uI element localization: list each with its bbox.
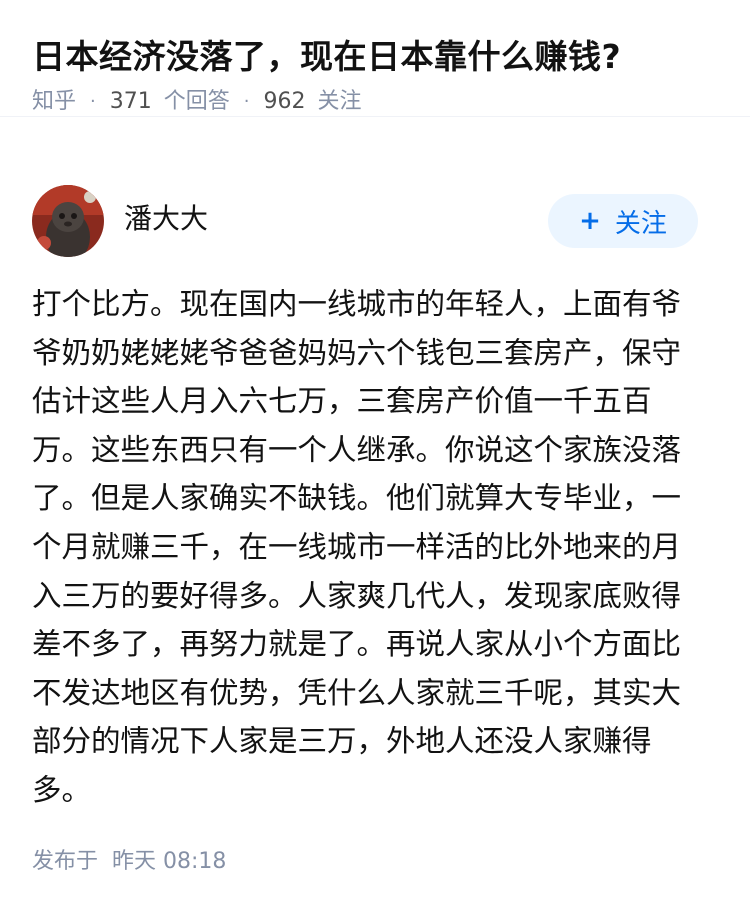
source-label[interactable]: 知乎 [32,86,76,118]
answer-content: 打个比方。现在国内一线城市的年轻人，上面有爷爷奶奶姥姥姥爷爸爸妈妈六个钱包三套房… [32,287,682,807]
plus-icon: + [579,206,601,236]
publish-prefix: 发布于 [32,849,99,874]
answer-count: 371 [109,89,152,114]
follow-button[interactable]: + 关注 [548,194,698,248]
author-name[interactable]: 潘大大 [124,197,548,237]
meta-separator: · [243,91,250,112]
follower-count: 962 [263,89,306,114]
question-title[interactable]: 日本经济没落了，现在日本靠什么赚钱? [32,34,718,80]
question-header: 日本经济没落了，现在日本靠什么赚钱? 知乎 · 371 个回答 · 962 关注 [0,0,750,117]
question-meta: 知乎 · 371 个回答 · 962 关注 [32,86,718,118]
avatar[interactable] [32,185,104,257]
answer-count-label[interactable]: 个回答 [164,86,230,118]
author-bar: 潘大大 + 关注 [32,183,698,259]
publish-time: 发布于 昨天 08:18 [32,846,226,878]
follower-count-label: 关注 [317,89,362,114]
meta-separator: · [90,91,96,112]
publish-timestamp: 昨天 08:18 [112,849,227,874]
avatar-photo-icon [32,185,104,257]
follow-button-label: 关注 [614,208,667,239]
